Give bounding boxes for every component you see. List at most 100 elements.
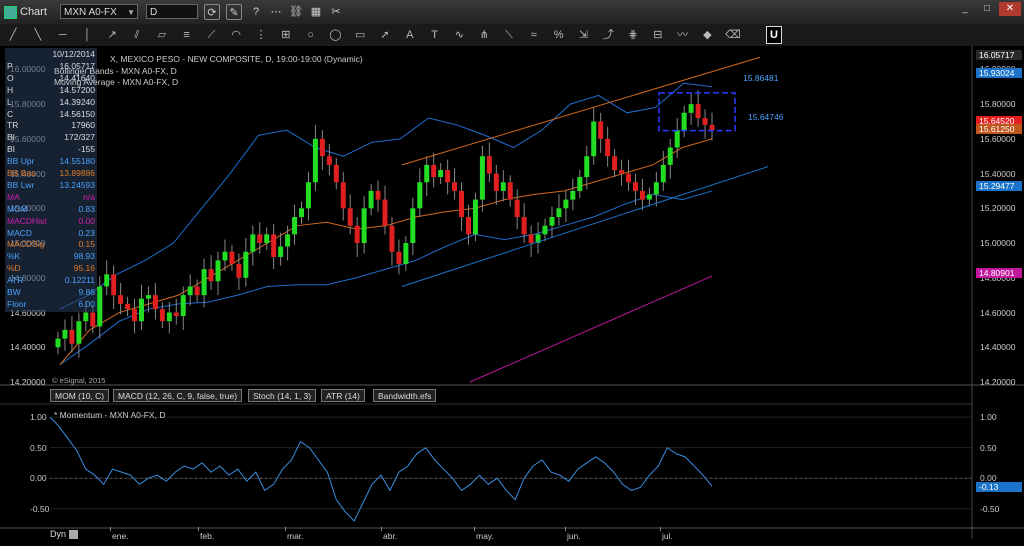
month-tick xyxy=(565,527,566,531)
andrews-tool-icon[interactable]: ⋕ xyxy=(626,27,640,43)
data-window-value: 0.12211 xyxy=(64,275,95,286)
credit-text: © eSignal, 2015 xyxy=(52,376,106,385)
right-axis-tick[interactable]: 14.20000 xyxy=(980,377,1015,387)
symbol-input[interactable]: MXN A0-FX ▼ xyxy=(60,4,138,19)
month-tick xyxy=(110,527,111,531)
right-axis-tick[interactable]: 15.40000 xyxy=(980,169,1015,179)
right-axis-tick[interactable]: 14.60000 xyxy=(980,308,1015,318)
label-tool-icon[interactable]: T xyxy=(428,27,442,43)
regression-tool-icon[interactable]: ≈ xyxy=(527,27,541,43)
candle-body xyxy=(674,130,680,148)
fib-arc-tool-icon[interactable]: ◠ xyxy=(229,27,243,43)
percent-tool-icon[interactable]: % xyxy=(552,27,566,43)
dyn-label[interactable]: Dyn xyxy=(50,529,66,539)
month-tick xyxy=(285,527,286,531)
candle-body xyxy=(681,112,687,131)
eraser-tool-icon[interactable]: ⌫ xyxy=(725,27,741,43)
u-tool-button[interactable]: U xyxy=(766,26,782,44)
momentum-right-tick: -0.50 xyxy=(980,503,1000,514)
cycle-tool-icon[interactable]: ∿ xyxy=(452,27,466,43)
data-window-row: BB Bas 13.89886 xyxy=(7,168,95,179)
refresh-icon[interactable]: ⟳ xyxy=(204,4,220,20)
right-axis-tick[interactable]: 15.20000 xyxy=(980,203,1015,213)
data-window-row: L 14.39240 xyxy=(7,97,95,108)
parallel-channel-tool-icon[interactable]: ⫽ xyxy=(130,27,144,43)
chart-app-icon xyxy=(4,6,17,19)
right-axis-tick[interactable]: 15.80000 xyxy=(980,99,1015,109)
fib-time-tool-icon[interactable]: ⋮ xyxy=(254,27,268,43)
ellipse-tool-icon[interactable]: ◯ xyxy=(328,27,342,43)
right-axis-tick[interactable]: 15.60000 xyxy=(980,134,1015,144)
candle-body xyxy=(507,182,513,200)
data-window-row: MOM 0.83 xyxy=(7,204,95,215)
circle-tool-icon[interactable]: ○ xyxy=(304,27,318,43)
candle-body xyxy=(90,312,96,327)
line-tool-icon[interactable]: ╱ xyxy=(6,27,20,43)
data-window-row: 10/12/2014 xyxy=(7,49,95,60)
right-axis-tick[interactable]: 15.00000 xyxy=(980,238,1015,248)
calendar-icon[interactable]: ▦ xyxy=(308,4,324,20)
candle-body xyxy=(271,234,277,257)
candle-body xyxy=(132,309,138,322)
fib-fan-tool-icon[interactable]: ⟋ xyxy=(204,27,218,43)
month-label: feb. xyxy=(200,531,215,541)
dyn-toggle-icon[interactable] xyxy=(69,530,78,539)
right-axis-tick[interactable]: 14.40000 xyxy=(980,342,1015,352)
data-window-label: Floor xyxy=(7,298,27,309)
interval-input[interactable]: D xyxy=(146,4,198,19)
tools-icon[interactable]: ✂ xyxy=(328,4,344,20)
data-window-row: BI -155 xyxy=(7,144,95,155)
symbol-value: MXN A0-FX xyxy=(64,7,117,18)
candle-body xyxy=(187,286,193,296)
data-window-label: BB Upr xyxy=(7,156,35,167)
indicator-tab[interactable]: ATR (14) xyxy=(321,389,365,402)
dots-icon[interactable]: ⋯ xyxy=(268,4,284,20)
candle-body xyxy=(326,156,332,165)
candle-body xyxy=(354,225,360,244)
ray-tool-icon[interactable]: ↗ xyxy=(105,27,119,43)
data-window-value: 9.86 xyxy=(78,287,95,297)
gann-tool-icon[interactable]: ⊞ xyxy=(279,27,293,43)
chevron-down-icon[interactable]: ▼ xyxy=(127,5,135,20)
candle-body xyxy=(69,329,75,344)
pencil-icon[interactable]: ✎ xyxy=(226,4,242,20)
fibonacci-tool-icon[interactable]: ≡ xyxy=(180,27,194,43)
candle-body xyxy=(438,170,444,178)
close-button[interactable]: ✕ xyxy=(999,2,1021,16)
data-window-row: Floor 6.00 xyxy=(7,299,95,310)
candle-body xyxy=(278,246,284,257)
indicator-tab[interactable]: Bandwidth.efs xyxy=(373,389,437,402)
price-axis-tick: 14.20000 xyxy=(10,377,46,387)
channel-tool-icon[interactable]: ▱ xyxy=(155,27,169,43)
horizontal-line-tool-icon[interactable]: ─ xyxy=(56,27,70,43)
candle-body xyxy=(452,182,458,191)
indicator-tab[interactable]: MACD (12, 26, C, 9, false, true) xyxy=(113,389,243,402)
measure-tool-icon[interactable]: ⇲ xyxy=(576,27,590,43)
maximize-button[interactable]: □ xyxy=(976,2,998,16)
price-chart[interactable] xyxy=(0,46,1024,546)
arrow-tool-icon[interactable]: ➚ xyxy=(378,27,392,43)
month-label: jul. xyxy=(662,531,673,541)
vertical-line-tool-icon[interactable]: │ xyxy=(80,27,94,43)
candle-body xyxy=(138,298,144,322)
data-window-label: L xyxy=(7,96,12,107)
trend-tool-icon[interactable]: ⤴ xyxy=(601,27,615,43)
marker-tool-icon[interactable]: ◆ xyxy=(700,27,714,43)
text-tool-icon[interactable]: A xyxy=(403,27,417,43)
data-window-value: 0.00 xyxy=(78,215,95,226)
indicator-tab[interactable]: MOM (10, C) xyxy=(50,389,110,402)
link-icon[interactable]: ⛓ xyxy=(288,4,304,20)
candle-body xyxy=(660,164,666,183)
indicator-tab[interactable]: Stoch (14, 1, 3) xyxy=(248,389,317,402)
tirone-tool-icon[interactable]: ⊟ xyxy=(651,27,665,43)
question-icon[interactable]: ? xyxy=(248,4,264,20)
rectangle-tool-icon[interactable]: ▭ xyxy=(353,27,367,43)
data-window-label: O xyxy=(7,72,14,83)
line-tool-2-icon[interactable]: ╲ xyxy=(31,27,45,43)
pitchfork-tool-icon[interactable]: ⋔ xyxy=(477,27,491,43)
minimize-button[interactable]: _ xyxy=(954,2,976,16)
wave-tool-icon[interactable]: 〰 xyxy=(676,27,690,43)
data-window-row: BB Upr 14.55180 xyxy=(7,156,95,167)
speed-line-tool-icon[interactable]: ⟍ xyxy=(502,27,516,43)
data-window-value: 14.55180 xyxy=(59,156,95,167)
